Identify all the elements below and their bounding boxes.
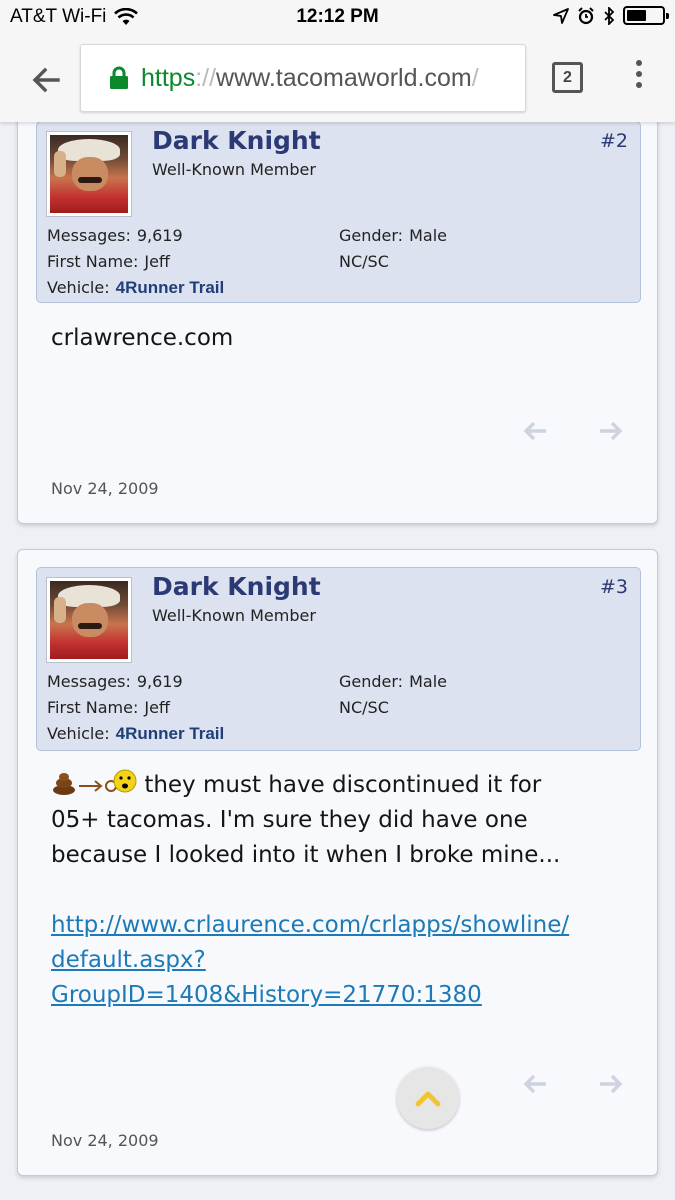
user-info-box: Dark Knight Well-Known Member #3 Message… xyxy=(36,567,641,751)
post: Dark Knight Well-Known Member #3 Message… xyxy=(17,549,658,1176)
status-right xyxy=(553,6,669,25)
messages-row: Messages: 9,619 xyxy=(47,672,183,691)
message-line: they must have discontinued it for xyxy=(144,772,542,798)
chevron-up-icon xyxy=(415,1091,441,1107)
arrow-right-icon[interactable] xyxy=(597,1070,625,1098)
post-nav xyxy=(521,1070,625,1098)
arrow-left-icon[interactable] xyxy=(521,417,549,445)
post-message: crlawrence.com xyxy=(51,325,234,351)
alarm-icon xyxy=(578,6,594,24)
browser-toolbar: https://www.tacomaworld.com/ 2 xyxy=(0,36,675,122)
first-name-row: First Name: Jeff xyxy=(47,698,170,717)
avatar[interactable] xyxy=(46,577,132,663)
arrow-left-icon[interactable] xyxy=(521,1070,549,1098)
gender-row: Gender: Male xyxy=(339,672,447,691)
address-bar[interactable]: https://www.tacomaworld.com/ xyxy=(80,44,526,112)
user-info-box: Dark Knight Well-Known Member #2 Message… xyxy=(36,121,641,303)
post-number-link[interactable]: #2 xyxy=(600,130,628,152)
poop-smiley-icon xyxy=(53,769,137,795)
arrow-right-icon[interactable] xyxy=(597,417,625,445)
avatar[interactable] xyxy=(46,131,132,217)
back-arrow-icon[interactable] xyxy=(26,60,66,100)
lock-icon xyxy=(110,66,128,89)
username-link[interactable]: Dark Knight xyxy=(152,572,321,601)
external-link[interactable]: http://www.crlaurence.com/crlapps/showli… xyxy=(51,912,569,938)
location-arrow-icon xyxy=(553,7,569,24)
post-number-link[interactable]: #3 xyxy=(600,576,628,598)
battery-icon xyxy=(623,6,669,25)
user-title: Well-Known Member xyxy=(152,606,316,625)
location-row: NC/SC xyxy=(339,698,389,717)
bluetooth-icon xyxy=(604,6,615,25)
external-link[interactable]: GroupID=1408&History=21770:1380 xyxy=(51,982,482,1008)
vehicle-link[interactable]: 4Runner Trail xyxy=(116,278,225,297)
post: Dark Knight Well-Known Member #2 Message… xyxy=(17,106,658,524)
message-line: 05+ tacomas. I'm sure they did have one xyxy=(51,807,528,833)
vehicle-row: Vehicle: 4Runner Trail xyxy=(47,724,225,743)
post-date[interactable]: Nov 24, 2009 xyxy=(51,1131,159,1150)
username-link[interactable]: Dark Knight xyxy=(152,126,321,155)
overflow-menu-icon[interactable] xyxy=(630,60,648,96)
message-line: because I looked into it when I broke mi… xyxy=(51,842,561,868)
external-link[interactable]: default.aspx? xyxy=(51,947,206,973)
location-row: NC/SC xyxy=(339,252,389,271)
vehicle-link[interactable]: 4Runner Trail xyxy=(116,724,225,743)
status-bar: AT&T Wi-Fi 12:12 PM xyxy=(0,0,675,36)
scroll-to-top-button[interactable] xyxy=(397,1067,459,1129)
gender-row: Gender: Male xyxy=(339,226,447,245)
tab-switcher-button[interactable]: 2 xyxy=(552,62,583,93)
post-nav xyxy=(521,417,625,445)
messages-row: Messages: 9,619 xyxy=(47,226,183,245)
url-text: https://www.tacomaworld.com/ xyxy=(141,63,479,92)
post-message: they must have discontinued it for 05+ t… xyxy=(51,768,631,1013)
vehicle-row: Vehicle: 4Runner Trail xyxy=(47,278,225,297)
user-title: Well-Known Member xyxy=(152,160,316,179)
first-name-row: First Name: Jeff xyxy=(47,252,170,271)
post-date[interactable]: Nov 24, 2009 xyxy=(51,479,159,498)
